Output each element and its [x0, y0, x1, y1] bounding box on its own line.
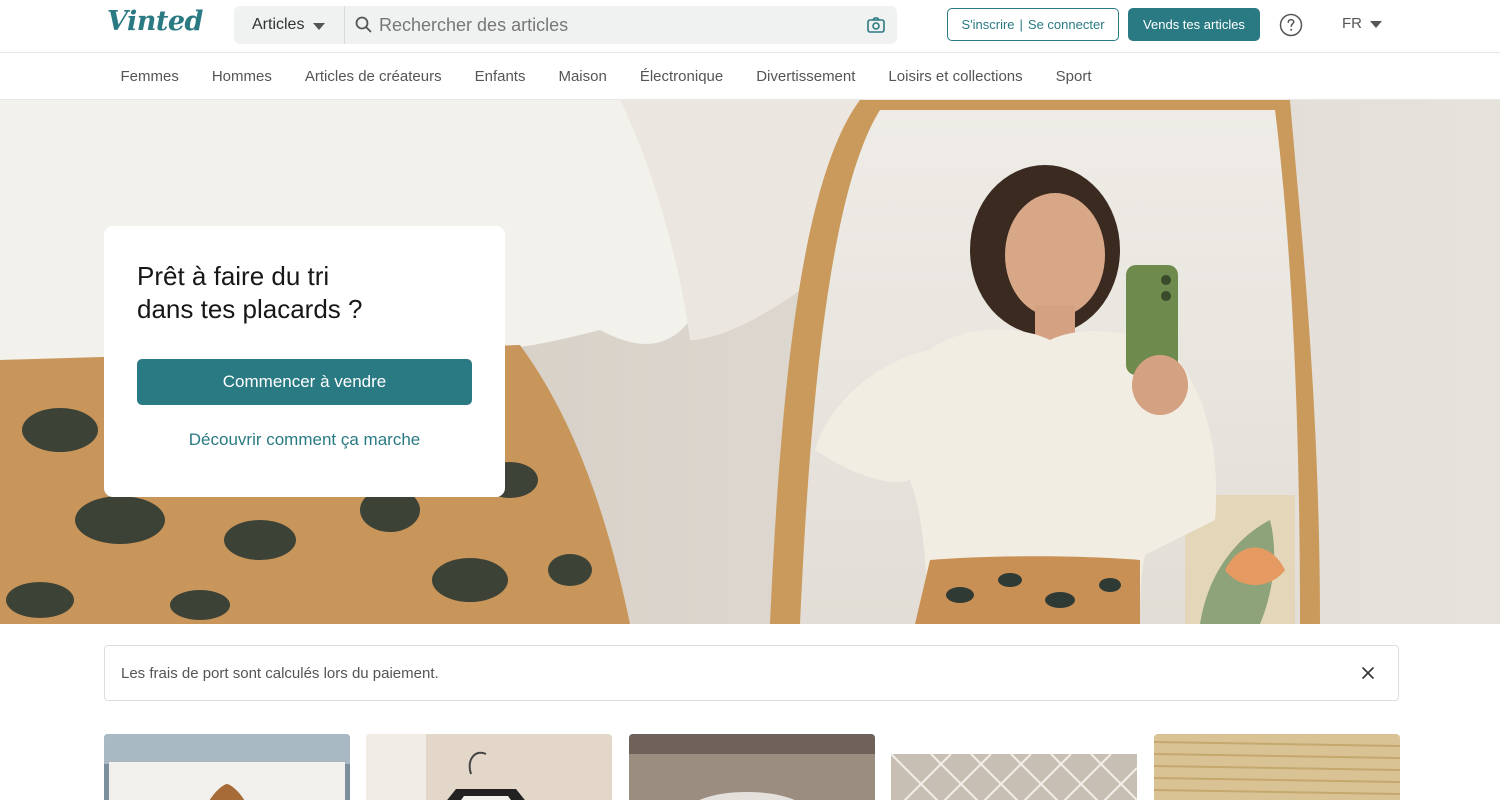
category-nav: Femmes Hommes Articles de créateurs Enfa… [0, 53, 1500, 100]
search-icon [355, 16, 372, 33]
product-card[interactable] [366, 734, 612, 800]
search-input[interactable] [379, 6, 849, 44]
start-selling-button[interactable]: Commencer à vendre [137, 359, 472, 405]
chevron-down-icon [1370, 21, 1382, 28]
category-electronique[interactable]: Électronique [623, 68, 739, 85]
product-image [366, 734, 612, 800]
hero-title: Prêt à faire du tri dans tes placards ? [137, 260, 477, 326]
category-enfants[interactable]: Enfants [458, 68, 542, 85]
language-label: FR [1342, 15, 1362, 32]
product-card[interactable] [104, 734, 350, 800]
product-card[interactable] [1154, 734, 1400, 800]
close-icon[interactable] [1360, 665, 1376, 681]
hero-title-line-1: Prêt à faire du tri [137, 261, 330, 291]
search-category-dropdown[interactable]: Articles [234, 6, 345, 44]
product-image [104, 734, 350, 800]
search-category-label: Articles [252, 16, 305, 33]
camera-icon[interactable] [866, 15, 886, 35]
auth-separator: | [1019, 17, 1023, 32]
hero-card: Prêt à faire du tri dans tes placards ? … [104, 226, 505, 497]
product-image [629, 734, 875, 800]
how-it-works-link[interactable]: Découvrir comment ça marche [137, 430, 472, 450]
shipping-notice-text: Les frais de port sont calculés lors du … [121, 664, 439, 682]
category-maison[interactable]: Maison [542, 68, 623, 85]
product-image [891, 734, 1137, 800]
chevron-down-icon [313, 22, 326, 30]
search-bar: Articles [234, 6, 897, 44]
signup-login-button: S'inscrire | Se connecter [947, 8, 1119, 41]
signup-link[interactable]: S'inscrire [961, 17, 1014, 32]
help-icon[interactable] [1279, 13, 1303, 37]
sell-items-button[interactable]: Vends tes articles [1128, 8, 1260, 41]
login-link[interactable]: Se connecter [1028, 17, 1105, 32]
vinted-logo[interactable]: Vinted [107, 6, 203, 37]
product-image [1154, 734, 1400, 800]
category-hommes[interactable]: Hommes [195, 68, 288, 85]
language-selector[interactable]: FR [1342, 15, 1382, 32]
category-femmes[interactable]: Femmes [104, 68, 195, 85]
hero-banner: Prêt à faire du tri dans tes placards ? … [0, 100, 1500, 624]
category-designer[interactable]: Articles de créateurs [288, 68, 458, 85]
hero-title-line-2: dans tes placards ? [137, 294, 363, 324]
site-header: Vinted Articles S'inscrire | Se connecte… [0, 0, 1500, 53]
product-card[interactable] [629, 734, 875, 800]
shipping-notice: Les frais de port sont calculés lors du … [104, 645, 1399, 701]
category-sport[interactable]: Sport [1039, 68, 1108, 85]
category-divertissement[interactable]: Divertissement [740, 68, 872, 85]
category-loisirs[interactable]: Loisirs et collections [872, 68, 1039, 85]
product-card[interactable] [891, 734, 1137, 800]
